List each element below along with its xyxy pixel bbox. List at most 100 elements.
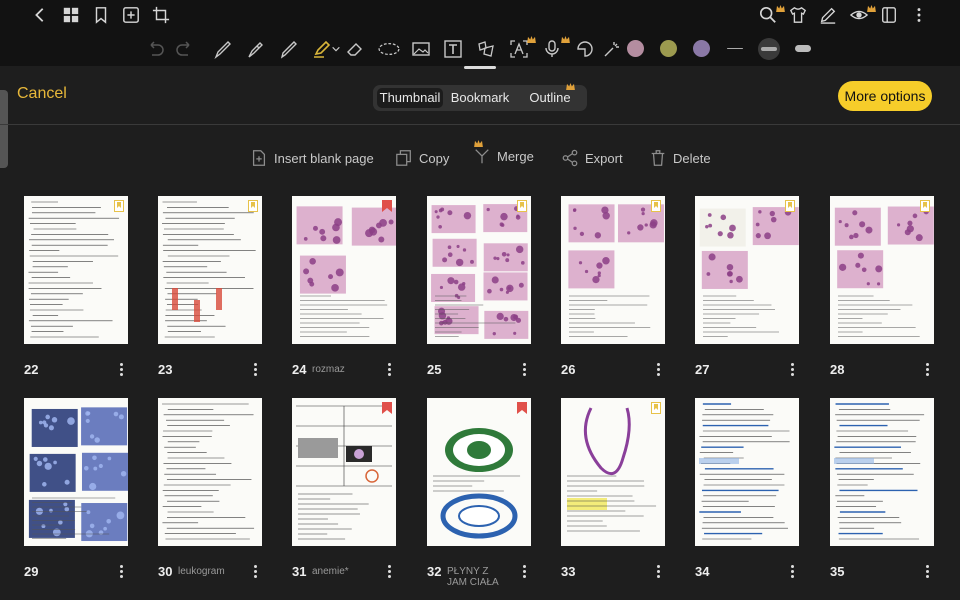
page-more-options-icon[interactable] bbox=[655, 363, 661, 377]
page-bookmark-icon[interactable] bbox=[248, 200, 258, 212]
page-title-label: PŁYNY Z JAM CIAŁA bbox=[447, 566, 499, 588]
trash-icon bbox=[651, 150, 665, 166]
page-number: 24 bbox=[292, 362, 307, 377]
page-thumbnail[interactable] bbox=[561, 398, 665, 546]
page-thumbnail[interactable] bbox=[427, 398, 531, 546]
color-swatch-purple[interactable] bbox=[693, 40, 710, 57]
page-bookmark-icon[interactable] bbox=[651, 402, 661, 414]
page-more-options-icon[interactable] bbox=[924, 363, 930, 377]
more-options-button[interactable]: More options bbox=[838, 81, 932, 111]
page-preview bbox=[431, 204, 529, 339]
merge-button[interactable]: Merge bbox=[473, 144, 534, 168]
tab-outline[interactable]: Outline bbox=[519, 88, 581, 108]
page-thumbnail[interactable] bbox=[427, 196, 531, 344]
page-preview bbox=[28, 201, 120, 338]
text-box-icon[interactable] bbox=[442, 38, 464, 60]
page-thumbnail[interactable] bbox=[292, 196, 396, 344]
page-preview bbox=[567, 407, 657, 532]
page-more-options-icon[interactable] bbox=[789, 363, 795, 377]
redo-icon[interactable] bbox=[174, 38, 196, 60]
page-bookmark-icon[interactable] bbox=[785, 200, 795, 212]
page-bookmark-icon[interactable] bbox=[382, 402, 392, 414]
page-thumbnail[interactable] bbox=[24, 398, 128, 546]
more-vertical-icon[interactable] bbox=[908, 4, 930, 26]
page-preview bbox=[433, 428, 521, 539]
delete-label: Delete bbox=[673, 150, 711, 166]
grid-view-icon[interactable] bbox=[60, 4, 82, 26]
drag-handle[interactable] bbox=[464, 66, 496, 69]
shirt-theme-icon[interactable] bbox=[787, 4, 809, 26]
back-icon[interactable] bbox=[29, 4, 51, 26]
add-page-icon[interactable] bbox=[120, 4, 142, 26]
page-actions-bar: Insert blank page Copy Merge Export Dele… bbox=[0, 140, 960, 172]
page-bookmark-icon[interactable] bbox=[517, 402, 527, 414]
page-bookmark-icon[interactable] bbox=[114, 200, 124, 212]
page-thumbnail[interactable] bbox=[292, 398, 396, 546]
color-swatch-pink[interactable] bbox=[627, 40, 644, 57]
microphone-icon[interactable] bbox=[541, 38, 563, 60]
insert-blank-page-label: Insert blank page bbox=[274, 150, 374, 166]
page-bookmark-icon[interactable] bbox=[382, 200, 392, 212]
page-bookmark-icon[interactable] bbox=[517, 200, 527, 212]
page-thumbnail[interactable] bbox=[830, 196, 934, 344]
eraser-icon[interactable] bbox=[344, 38, 366, 60]
lasso-select-icon[interactable] bbox=[375, 38, 403, 60]
top-toolbar bbox=[0, 0, 960, 30]
undo-icon[interactable] bbox=[144, 38, 166, 60]
page-number: 23 bbox=[158, 362, 173, 377]
notebook-icon[interactable] bbox=[878, 4, 900, 26]
chevron-down-icon[interactable] bbox=[330, 38, 342, 60]
sticker-icon[interactable] bbox=[574, 38, 596, 60]
delete-button[interactable]: Delete bbox=[649, 146, 711, 170]
image-insert-icon[interactable] bbox=[410, 38, 432, 60]
page-thumbnail[interactable] bbox=[158, 398, 262, 546]
premium-crown-icon bbox=[527, 36, 536, 43]
crop-icon[interactable] bbox=[150, 4, 172, 26]
page-thumbnail[interactable] bbox=[24, 196, 128, 344]
lasso-pen-icon[interactable] bbox=[212, 38, 234, 60]
page-more-options-icon[interactable] bbox=[118, 565, 124, 579]
ballpoint-pen-icon[interactable] bbox=[278, 38, 300, 60]
page-bookmark-icon[interactable] bbox=[651, 200, 661, 212]
page-number: 34 bbox=[695, 564, 710, 579]
page-bookmark-icon[interactable] bbox=[920, 200, 930, 212]
stroke-thick-option[interactable] bbox=[795, 45, 811, 52]
premium-crown-icon bbox=[776, 5, 785, 12]
page-more-options-icon[interactable] bbox=[252, 363, 258, 377]
page-more-options-icon[interactable] bbox=[924, 565, 930, 579]
tab-bookmark[interactable]: Bookmark bbox=[445, 88, 515, 108]
page-thumbnail[interactable] bbox=[695, 196, 799, 344]
shapes-icon[interactable] bbox=[475, 38, 497, 60]
stroke-medium-option-selected[interactable] bbox=[758, 38, 780, 60]
fountain-pen-icon[interactable] bbox=[245, 38, 267, 60]
page-thumbnail[interactable] bbox=[561, 196, 665, 344]
page-more-options-icon[interactable] bbox=[118, 363, 124, 377]
page-preview bbox=[162, 201, 256, 338]
page-more-options-icon[interactable] bbox=[252, 565, 258, 579]
page-thumbnail[interactable] bbox=[830, 398, 934, 546]
bookmark-icon[interactable] bbox=[90, 4, 112, 26]
page-more-options-icon[interactable] bbox=[521, 565, 527, 579]
page-more-options-icon[interactable] bbox=[655, 565, 661, 579]
page-number: 22 bbox=[24, 362, 39, 377]
page-thumbnail[interactable] bbox=[158, 196, 262, 344]
page-more-options-icon[interactable] bbox=[789, 565, 795, 579]
page-thumbnail[interactable] bbox=[695, 398, 799, 546]
premium-crown-icon bbox=[566, 83, 575, 90]
cancel-button[interactable]: Cancel bbox=[17, 85, 67, 103]
page-more-options-icon[interactable] bbox=[386, 565, 392, 579]
page-title-label: leukogram bbox=[178, 566, 225, 577]
laser-pointer-icon[interactable] bbox=[601, 38, 623, 60]
copy-button[interactable]: Copy bbox=[395, 146, 449, 170]
color-swatch-olive[interactable] bbox=[660, 40, 677, 57]
view-segmented-control: Thumbnail Bookmark Outline bbox=[373, 83, 587, 111]
page-more-options-icon[interactable] bbox=[521, 363, 527, 377]
page-more-options-icon[interactable] bbox=[386, 363, 392, 377]
page-number: 33 bbox=[561, 564, 576, 579]
header-divider bbox=[0, 124, 960, 125]
insert-blank-page-button[interactable]: Insert blank page bbox=[250, 146, 374, 170]
tab-thumbnail[interactable]: Thumbnail bbox=[377, 88, 443, 108]
stroke-thin-option[interactable] bbox=[727, 48, 743, 49]
pen-edit-icon[interactable] bbox=[817, 4, 839, 26]
export-button[interactable]: Export bbox=[561, 146, 623, 170]
